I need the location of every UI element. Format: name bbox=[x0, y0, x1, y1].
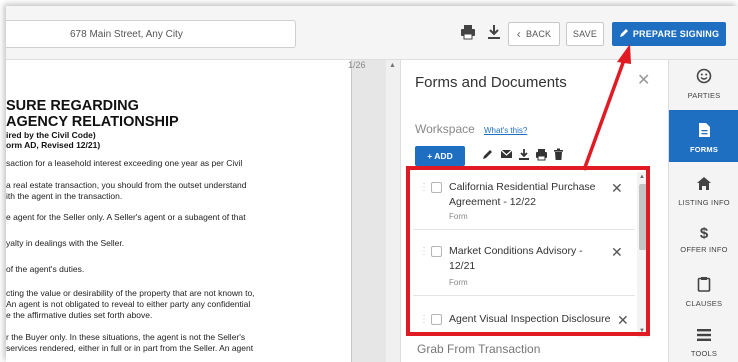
right-rail: PARTIES FORMS LISTING INFO $ OFFER INFO … bbox=[668, 60, 738, 362]
doc-body-line: a real estate transaction, you should fr… bbox=[6, 180, 247, 190]
doc-body-line: e the affirmative duties set forth above… bbox=[6, 310, 153, 320]
rail-label: OFFER INFO bbox=[680, 245, 728, 254]
smiley-icon bbox=[669, 68, 738, 88]
doc-title-line-1: SURE REGARDING bbox=[6, 98, 139, 114]
edit-icon[interactable] bbox=[481, 148, 495, 164]
add-button[interactable]: + ADD bbox=[415, 146, 465, 166]
doc-title-line-2: AGENCY RELATIONSHIP bbox=[6, 114, 179, 130]
document-page: SURE REGARDING AGENCY RELATIONSHIP ired … bbox=[6, 60, 352, 362]
rail-item-parties[interactable]: PARTIES bbox=[669, 60, 738, 110]
doc-body-line: ith the agent in the transaction. bbox=[6, 191, 123, 201]
whats-this-link[interactable]: What's this? bbox=[484, 126, 527, 135]
print-icon[interactable] bbox=[534, 148, 548, 164]
download-icon[interactable] bbox=[486, 24, 502, 42]
doc-subtitle-line-1: ired by the Civil Code) bbox=[6, 130, 96, 140]
document-viewer: SURE REGARDING AGENCY RELATIONSHIP ired … bbox=[6, 60, 386, 362]
rail-item-offer-info[interactable]: $ OFFER INFO bbox=[669, 218, 738, 268]
annotation-highlight-box bbox=[406, 166, 650, 336]
rail-label: TOOLS bbox=[690, 349, 718, 358]
dollar-icon: $ bbox=[699, 225, 709, 242]
file-icon bbox=[669, 122, 738, 142]
download-icon[interactable] bbox=[517, 148, 531, 164]
page-indicator: 1/26 bbox=[348, 60, 366, 70]
home-icon bbox=[669, 176, 738, 195]
mail-icon[interactable] bbox=[499, 148, 513, 164]
workspace-label: Workspace bbox=[415, 122, 475, 136]
doc-body-line: yalty in dealings with the Seller. bbox=[6, 238, 125, 248]
prepare-signing-label: PREPARE SIGNING bbox=[632, 29, 720, 39]
prepare-signing-button[interactable]: PREPARE SIGNING bbox=[612, 22, 726, 46]
top-toolbar: 678 Main Street, Any City ‹ BACK SAVE PR… bbox=[6, 6, 738, 60]
trash-icon[interactable] bbox=[551, 148, 565, 164]
rail-label: CLAUSES bbox=[685, 299, 723, 308]
doc-body-line: e agent for the Seller only. A Seller's … bbox=[6, 212, 246, 222]
pen-icon bbox=[619, 28, 629, 40]
list-icon bbox=[669, 328, 738, 346]
print-icon[interactable] bbox=[460, 24, 476, 42]
scroll-up-icon[interactable]: ▲ bbox=[389, 62, 396, 69]
panel-title: Forms and Documents bbox=[415, 74, 567, 91]
document-scrollbar[interactable]: ▲ bbox=[386, 60, 400, 362]
rail-item-forms[interactable]: FORMS bbox=[669, 110, 738, 162]
clipboard-icon bbox=[669, 276, 738, 296]
close-icon[interactable]: ✕ bbox=[637, 70, 650, 90]
back-button[interactable]: ‹ BACK bbox=[508, 22, 560, 46]
doc-body-line: of the agent's duties. bbox=[6, 264, 85, 274]
doc-body-line: saction for a leasehold interest exceedi… bbox=[6, 158, 243, 168]
doc-body-line: cting the value or desirability of the p… bbox=[6, 288, 255, 298]
grab-from-transaction-label[interactable]: Grab From Transaction bbox=[417, 342, 540, 356]
doc-body-line: An agent is not obligated to reveal to e… bbox=[6, 299, 251, 309]
rail-label: LISTING INFO bbox=[678, 198, 730, 207]
rail-item-tools[interactable]: TOOLS bbox=[669, 320, 738, 362]
rail-item-clauses[interactable]: CLAUSES bbox=[669, 268, 738, 318]
rail-label: PARTIES bbox=[687, 91, 721, 100]
rail-item-listing-info[interactable]: LISTING INFO bbox=[669, 168, 738, 218]
doc-body-line: services rendered, either in full or in … bbox=[6, 343, 254, 353]
back-label: BACK bbox=[525, 29, 552, 39]
doc-subtitle-line-2: orm AD, Revised 12/21) bbox=[6, 140, 101, 150]
rail-label: FORMS bbox=[689, 145, 719, 154]
address-field[interactable]: 678 Main Street, Any City bbox=[6, 20, 296, 48]
doc-body-line: r the Buyer only. In these situations, t… bbox=[6, 332, 246, 342]
chevron-left-icon: ‹ bbox=[516, 27, 521, 41]
save-button[interactable]: SAVE bbox=[566, 22, 604, 46]
